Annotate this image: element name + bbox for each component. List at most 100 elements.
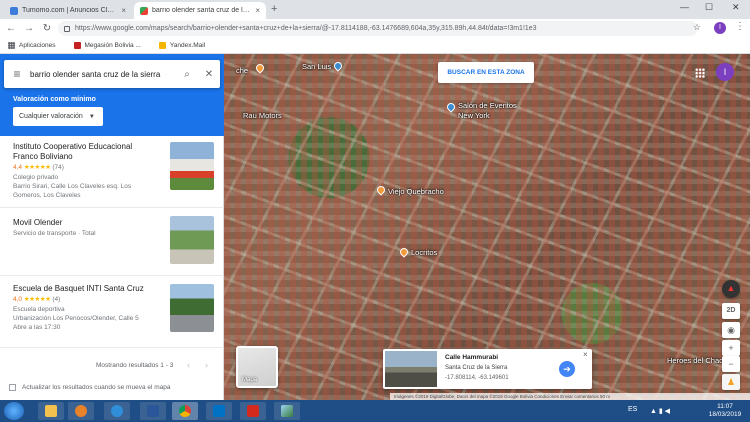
tab-label: Tumomo.com | Anuncios Clasifi xyxy=(22,7,118,14)
clear-search-icon[interactable]: ✕ xyxy=(198,69,220,80)
rating-filter-dropdown[interactable]: Cualquier valoración ▼ xyxy=(13,107,103,126)
lock-icon xyxy=(64,25,70,32)
search-this-area-button[interactable]: BUSCAR EN ESTA ZONA xyxy=(438,62,534,83)
bookmarks-bar: Aplicaciones Megasión Bolivia ... Yandex… xyxy=(0,38,750,54)
map-label-heroes-del-chaco: Heroes del Chaco xyxy=(667,356,728,365)
back-arrow-icon[interactable]: ← xyxy=(4,23,18,34)
media-player-icon[interactable] xyxy=(68,402,94,420)
result-hours: Abre a las 17:30 xyxy=(13,324,61,331)
update-results-option[interactable]: Actualizar los resultados cuando se muev… xyxy=(9,384,171,391)
result-photo[interactable] xyxy=(170,284,214,332)
rating-value: 4,4 xyxy=(13,164,23,171)
new-tab-button[interactable]: + xyxy=(271,3,277,15)
apps-grid-icon[interactable] xyxy=(695,68,705,78)
directions-arrow-icon[interactable]: ➔ xyxy=(559,361,575,377)
result-rating-row: 4,0 ★★★★★ (4) xyxy=(13,295,60,303)
result-address: Urbanización Los Penocos/Olender, Calle … xyxy=(13,315,139,322)
clock-date: 18/03/2019 xyxy=(708,411,742,418)
search-input[interactable]: barrio olender santa cruz de la sierra xyxy=(30,70,176,79)
chrome-icon[interactable] xyxy=(172,402,198,420)
close-tab-icon[interactable]: × xyxy=(255,6,260,15)
street-view-coordinates: -17.808114, -63.149601 xyxy=(445,375,509,381)
language-indicator[interactable]: ES xyxy=(628,406,637,413)
close-window-button[interactable]: ✕ xyxy=(732,2,740,13)
result-item[interactable]: Instituto Cooperativo Educacional Franco… xyxy=(0,136,224,208)
close-tab-icon[interactable]: × xyxy=(121,6,126,15)
result-category: Servicio de transporte · Total xyxy=(13,230,96,237)
acrobat-icon[interactable] xyxy=(240,402,266,420)
street-view-card[interactable]: Calle Hammurabi Santa Cruz de la Sierra … xyxy=(383,349,592,389)
result-item[interactable]: Escuela de Basquet INTI Santa Cruz 4,0 ★… xyxy=(0,276,224,348)
compass-icon[interactable]: ▲ xyxy=(722,280,740,298)
outlook-icon[interactable] xyxy=(206,402,232,420)
bookmark-megasion[interactable]: Megasión Bolivia ... xyxy=(73,42,141,49)
street-view-subtitle: Santa Cruz de la Sierra xyxy=(445,365,508,371)
pegman-icon[interactable]: ♟ xyxy=(722,374,740,390)
tab-google-maps[interactable]: barrio olender santa cruz de la s × xyxy=(134,2,266,19)
account-avatar[interactable]: I xyxy=(716,63,734,81)
internet-explorer-icon[interactable] xyxy=(104,402,130,420)
maximize-button[interactable]: ☐ xyxy=(705,2,713,13)
result-category: Escuela deportiva xyxy=(13,306,65,313)
toggle-2d-button[interactable]: 2D xyxy=(722,303,740,319)
megasion-icon xyxy=(73,42,81,49)
tab-strip: Tumomo.com | Anuncios Clasifi × barrio o… xyxy=(0,0,750,19)
profile-avatar[interactable]: I xyxy=(714,22,726,34)
zoom-in-button[interactable]: + xyxy=(722,340,740,356)
map-label-viejo-quebracho[interactable]: Viejo Quebracho xyxy=(388,187,444,196)
review-count: (74) xyxy=(52,164,64,171)
zoom-out-button[interactable]: − xyxy=(722,356,740,372)
map-label-salon[interactable]: Salón de Eventos xyxy=(458,101,517,110)
street-view-title: Calle Hammurabi xyxy=(445,354,499,361)
hamburger-menu-icon[interactable]: ≡ xyxy=(4,67,30,81)
menu-kebab-icon[interactable]: ⋮ xyxy=(735,21,745,32)
update-results-checkbox[interactable] xyxy=(9,384,16,391)
result-title[interactable]: Escuela de Basquet INTI Santa Cruz xyxy=(13,284,144,293)
my-location-icon[interactable]: ◉ xyxy=(722,322,740,338)
start-button-icon[interactable] xyxy=(4,402,24,420)
bookmark-yandex-mail[interactable]: Yandex.Mail xyxy=(158,42,206,49)
map-type-toggle[interactable]: Mapa xyxy=(236,346,278,388)
tab-label: barrio olender santa cruz de la s xyxy=(152,7,252,14)
forward-arrow-icon[interactable]: → xyxy=(22,23,36,34)
map-label-locritos[interactable]: Locritos xyxy=(411,248,437,257)
paint-icon[interactable] xyxy=(274,402,300,420)
bookmark-star-icon[interactable]: ☆ xyxy=(693,22,701,33)
rating-value: 4,0 xyxy=(13,296,23,303)
search-header: ≡ barrio olender santa cruz de la sierra… xyxy=(0,54,224,94)
bookmark-label: Megasión Bolivia ... xyxy=(84,42,141,49)
previous-page-icon[interactable]: ‹ xyxy=(187,360,190,370)
reload-icon[interactable]: ↻ xyxy=(40,23,54,34)
result-title[interactable]: Instituto Cooperativo Educacional xyxy=(13,142,132,151)
results-panel: ≡ barrio olender santa cruz de la sierra… xyxy=(0,54,224,400)
minimize-button[interactable]: — xyxy=(680,2,689,12)
bookmark-apps[interactable]: Aplicaciones xyxy=(8,42,56,49)
star-rating-icon: ★★★★★ xyxy=(23,164,51,171)
system-tray-icons[interactable]: ▲ ▮ ◀ xyxy=(650,407,670,415)
bookmark-label: Aplicaciones xyxy=(19,42,56,49)
result-category: Colegio privado xyxy=(13,174,59,181)
street-view-thumbnail[interactable] xyxy=(385,351,437,387)
file-explorer-icon[interactable] xyxy=(38,402,64,420)
filter-bar: Valoración como mínimo Cualquier valorac… xyxy=(0,94,224,136)
result-photo[interactable] xyxy=(170,142,214,190)
result-title[interactable]: Movil Olender xyxy=(13,218,62,227)
taskbar-clock[interactable]: 11:07 18/03/2019 xyxy=(704,403,746,419)
word-icon[interactable] xyxy=(140,402,166,420)
result-title[interactable]: Franco Boliviano xyxy=(13,152,73,161)
result-photo[interactable] xyxy=(170,216,214,264)
windows-taskbar: ES ▲ ▮ ◀ 11:07 18/03/2019 xyxy=(0,400,750,422)
clock-time: 11:07 xyxy=(717,403,733,410)
address-bar[interactable]: https://www.google.com/maps/search/barri… xyxy=(58,21,698,36)
map-label-new-york[interactable]: New York xyxy=(458,111,490,120)
result-item[interactable]: Movil Olender Servicio de transporte · T… xyxy=(0,208,224,276)
tab-tumomo[interactable]: Tumomo.com | Anuncios Clasifi × xyxy=(4,2,132,19)
close-icon[interactable]: × xyxy=(583,350,588,359)
next-page-icon[interactable]: › xyxy=(205,360,208,370)
map-label-rau-motors[interactable]: Rau Motors xyxy=(243,111,282,120)
url-text: https://www.google.com/maps/search/barri… xyxy=(75,25,537,32)
bookmark-label: Yandex.Mail xyxy=(169,42,206,49)
search-icon[interactable]: ⌕ xyxy=(176,69,198,80)
dropdown-caret-icon: ▼ xyxy=(88,113,95,120)
map-attribution: Imágenes ©2019 DigitalGlobe, Datos del m… xyxy=(390,393,750,400)
